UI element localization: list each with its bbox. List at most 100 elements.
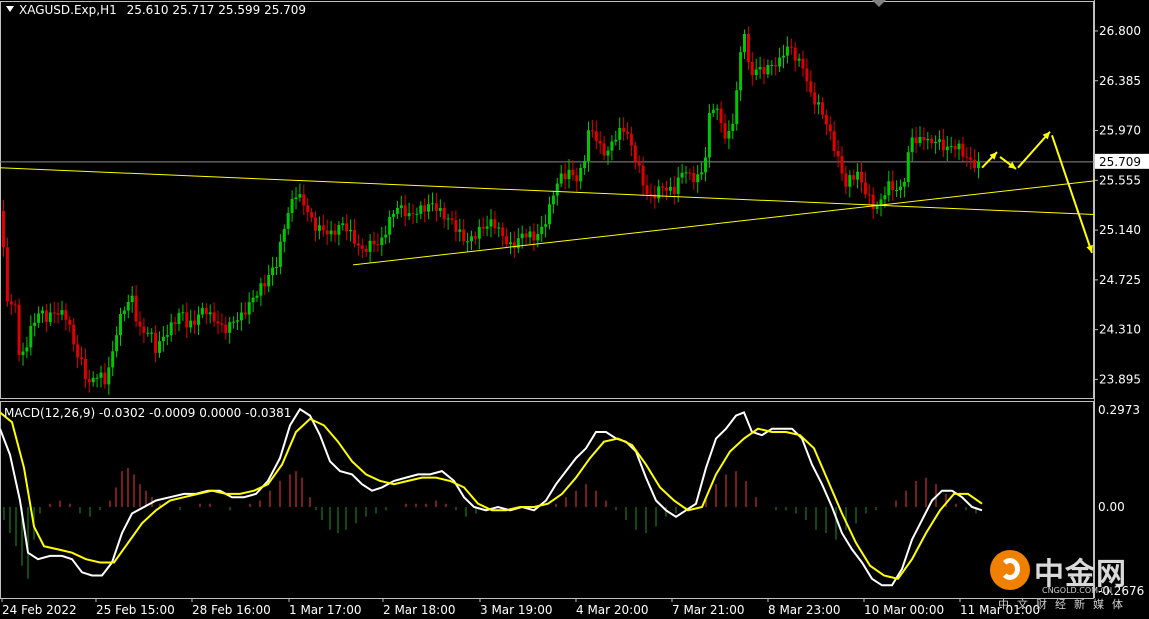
candle-body — [961, 143, 965, 157]
time-tick-label: 3 Mar 19:00 — [480, 603, 553, 617]
candle-body — [122, 310, 126, 315]
candle-body — [392, 213, 395, 217]
candle-body — [302, 194, 306, 206]
candle-body — [746, 34, 750, 62]
candle-body — [9, 301, 13, 305]
candle-body — [329, 230, 333, 235]
candle-body — [431, 203, 434, 205]
candle-body — [364, 248, 368, 252]
candle-body — [641, 165, 645, 186]
candle-body — [887, 181, 891, 196]
price-tick-label: 24.310 — [1099, 323, 1141, 337]
candle-body — [403, 205, 407, 217]
candle-body — [762, 67, 766, 75]
candle-body — [345, 223, 349, 232]
candle-body — [372, 240, 376, 245]
candle-body — [941, 139, 945, 151]
candle-body — [68, 319, 72, 325]
candle-body — [224, 324, 228, 333]
candle-body — [83, 358, 87, 380]
candle-body — [477, 227, 481, 239]
candle-body — [470, 236, 473, 242]
candle-body — [286, 213, 290, 229]
candle-body — [789, 46, 793, 48]
candle-body — [95, 377, 99, 379]
open-value: 25.610 — [126, 3, 169, 17]
candle-body — [645, 185, 649, 194]
candle-body — [33, 322, 37, 326]
candle-body — [965, 156, 969, 158]
candle-body — [501, 227, 505, 237]
chart-canvas[interactable]: 26.800 26.385 25.970 25.555 25.140 24.725 24.3… — [0, 0, 1149, 619]
dropdown-triangle-icon[interactable] — [6, 6, 14, 12]
chart-window: 26.800 26.385 25.970 25.555 25.140 24.725 24.3… — [0, 0, 1149, 619]
candle-body — [337, 225, 341, 235]
candle-body — [626, 131, 629, 134]
price-tick-label: 25.970 — [1099, 124, 1141, 138]
price-tick-label: 26.800 — [1099, 24, 1141, 38]
macd-tick-label: 0.00 — [1098, 500, 1125, 514]
candle-body — [828, 124, 832, 132]
candle-body — [399, 205, 403, 208]
cngold-watermark: 中金网 CNGOLD.COM.CN 中文财经新媒体 — [990, 546, 1140, 612]
candle-body — [704, 157, 707, 173]
candle-body — [154, 332, 158, 353]
candle-body — [189, 320, 193, 328]
candle-body — [177, 313, 181, 324]
candle-body — [622, 127, 626, 132]
candle-body — [524, 233, 528, 238]
candle-body — [571, 169, 575, 176]
candle-body — [239, 312, 243, 321]
candle-body — [590, 130, 594, 132]
candle-body — [692, 172, 696, 183]
candle-body — [271, 267, 275, 276]
close-value: 25.709 — [264, 3, 307, 17]
macd-value-2: -0.0009 — [149, 406, 196, 420]
time-tick-label: 7 Mar 21:00 — [672, 603, 745, 617]
candle-body — [863, 182, 867, 195]
candle-body — [610, 141, 614, 151]
candle-body — [856, 171, 860, 180]
candle-body — [817, 102, 821, 105]
time-tick-label: 10 Mar 00:00 — [864, 603, 944, 617]
candle-body — [661, 186, 665, 188]
candle-body — [587, 130, 590, 161]
candle-body — [891, 181, 895, 191]
candle-body — [778, 57, 782, 67]
candle-body — [138, 321, 142, 327]
candle-body — [415, 213, 419, 215]
candle-body — [918, 136, 922, 143]
candle-body — [770, 64, 774, 66]
candle-body — [462, 229, 466, 242]
candle-body — [844, 173, 848, 187]
candle-body — [243, 312, 247, 315]
candle-body — [723, 123, 727, 139]
candle-body — [848, 175, 852, 187]
price-tick-label: 24.725 — [1099, 273, 1141, 287]
candle-body — [676, 177, 680, 194]
candle-body — [384, 234, 388, 238]
candle-body — [801, 58, 805, 69]
candle-body — [906, 152, 910, 182]
candle-body — [111, 351, 115, 368]
candle-body — [294, 197, 298, 200]
candle-body — [197, 314, 200, 325]
time-tick-label: 1 Mar 17:00 — [289, 603, 362, 617]
candle-body — [37, 313, 41, 323]
candle-body — [466, 241, 470, 243]
candle-body — [766, 65, 770, 75]
candle-body — [267, 275, 271, 287]
candle-body — [555, 183, 559, 196]
time-tick-label: 2 Mar 18:00 — [383, 603, 456, 617]
candle-body — [395, 207, 399, 214]
candle-body — [637, 161, 641, 166]
candle-body — [688, 172, 692, 174]
candle-body — [44, 310, 48, 323]
candle-body — [134, 295, 138, 322]
candle-body — [173, 322, 177, 324]
candle-body — [72, 324, 76, 345]
candle-body — [356, 243, 360, 246]
candle-body — [220, 323, 224, 325]
candle-body — [434, 203, 438, 211]
watermark-sub: 中文财经新媒体 — [998, 598, 1131, 611]
